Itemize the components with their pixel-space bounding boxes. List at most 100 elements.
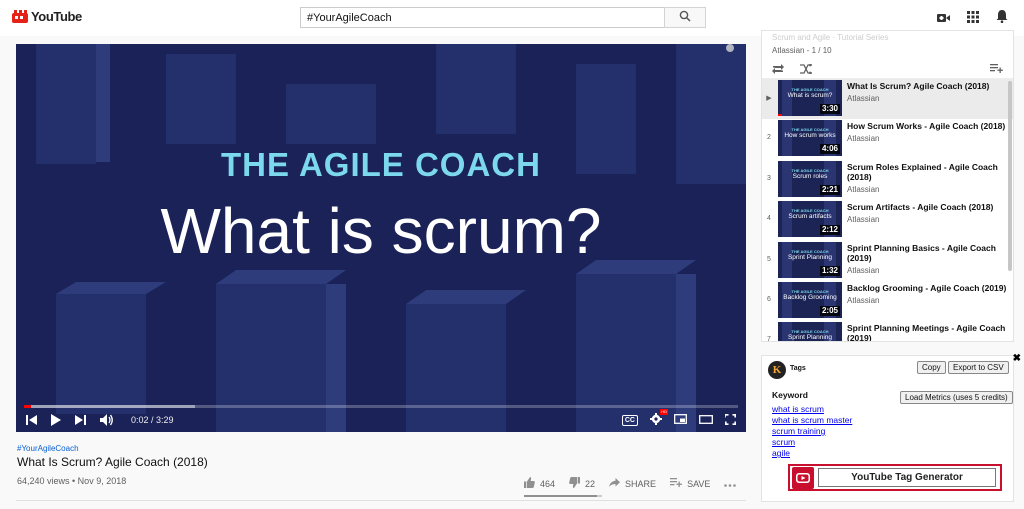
video-thumbnail[interactable]: THE AGILE COACH Backlog Grooming 2:05: [778, 281, 842, 318]
playlist-add-icon: [670, 478, 682, 489]
playlist-item[interactable]: ▶ THE AGILE COACH What is scrum? 3:30 What I…: [762, 79, 1013, 120]
previous-icon[interactable]: [26, 415, 37, 425]
keyword-link[interactable]: agile: [772, 448, 852, 459]
captions-button[interactable]: CC: [621, 414, 638, 426]
video-overlay-title: What is scrum?: [160, 195, 602, 267]
save-label: SAVE: [687, 478, 711, 489]
playlist-item-channel[interactable]: Atlassian: [847, 94, 1007, 103]
settings-gear-icon[interactable]: HD: [650, 409, 668, 427]
thumbs-down-icon: [569, 477, 581, 490]
dislike-count: 22: [585, 478, 596, 489]
playlist-item-channel[interactable]: Atlassian: [847, 134, 1007, 143]
search-bar: [300, 7, 706, 28]
dislike-button[interactable]: 22: [569, 477, 595, 490]
volume-icon[interactable]: [100, 414, 113, 426]
export-csv-button[interactable]: Export to CSV: [948, 361, 1009, 374]
playlist-item-title[interactable]: Scrum Roles Explained - Agile Coach (201…: [847, 162, 1007, 182]
playlist-item[interactable]: 5 THE AGILE COACH Sprint Planning 1:32 Sprin…: [762, 241, 1013, 281]
tags-label: Tags: [790, 365, 806, 372]
playlist-scrollbar[interactable]: [1008, 81, 1012, 271]
playlist-item-title[interactable]: Sprint Planning Meetings - Agile Coach (…: [847, 323, 1007, 341]
playlist-item-channel[interactable]: Atlassian: [847, 215, 1007, 224]
keyword-link[interactable]: scrum: [772, 437, 852, 448]
playlist-item[interactable]: 4 THE AGILE COACH Scrum artifacts 2:12 Scrum…: [762, 200, 1013, 240]
like-button[interactable]: 464: [524, 477, 555, 490]
share-button[interactable]: SHARE: [609, 478, 656, 489]
thumbnail-title: Sprint Planning: [787, 253, 833, 261]
video-thumbnail[interactable]: THE AGILE COACH Scrum artifacts 2:12: [778, 201, 842, 238]
keyword-link[interactable]: what is scrum master: [772, 415, 852, 426]
thumbnail-title: How scrum works: [784, 132, 836, 140]
playlist-item-title[interactable]: Scrum Artifacts - Agile Coach (2018): [847, 202, 1007, 212]
playlist-title[interactable]: Scrum and Agile · Tutorial Series: [772, 33, 1003, 43]
playlist-item-text: What Is Scrum? Agile Coach (2018) Atlassi…: [847, 80, 1007, 103]
video-thumbnail[interactable]: THE AGILE COACH Sprint Planning 1:32: [778, 241, 842, 278]
add-to-playlist-icon[interactable]: [990, 60, 1003, 78]
sentiment-bar: [524, 495, 602, 497]
keyword-link[interactable]: what is scrum: [772, 404, 852, 415]
playlist-item[interactable]: 7 THE AGILE COACH Sprint Planning Sprint Pl…: [762, 321, 1013, 341]
search-icon: [679, 9, 691, 27]
playlist-item-channel[interactable]: Atlassian: [847, 185, 1007, 194]
video-thumbnail[interactable]: THE AGILE COACH How scrum works 4:06: [778, 120, 842, 157]
more-actions-button[interactable]: [724, 479, 737, 489]
keyword-header: Keyword: [772, 390, 808, 400]
playlist-item[interactable]: 3 THE AGILE COACH Scrum roles 2:21 Scrum Rol…: [762, 160, 1013, 200]
loop-icon[interactable]: [772, 61, 784, 79]
search-button[interactable]: [664, 7, 706, 28]
playlist-header: Scrum and Agile · Tutorial Series Atlass…: [762, 31, 1013, 79]
bell-icon[interactable]: [996, 10, 1008, 28]
video-meta: 64,240 views • Nov 9, 2018: [17, 476, 127, 486]
thumbs-up-icon: [524, 477, 535, 490]
video-thumbnail[interactable]: THE AGILE COACH Scrum roles 2:21: [778, 160, 842, 197]
copy-button[interactable]: Copy: [917, 361, 946, 374]
next-icon[interactable]: [75, 415, 86, 425]
apps-grid-icon[interactable]: [967, 10, 979, 28]
video-hashtag[interactable]: #YourAgileCoach: [17, 444, 79, 453]
watched-progress: [778, 114, 782, 116]
keyword-link[interactable]: scrum training: [772, 426, 852, 437]
playlist-items: ▶ THE AGILE COACH What is scrum? 3:30 What I…: [762, 79, 1013, 341]
playlist-item-index: ▶: [766, 95, 772, 102]
tag-generator-icon: [792, 466, 814, 489]
share-label: SHARE: [625, 478, 657, 489]
fullscreen-icon[interactable]: [724, 413, 736, 427]
theater-mode-icon[interactable]: [699, 414, 713, 426]
video-duration: 4:06: [819, 144, 840, 155]
save-button[interactable]: SAVE: [670, 478, 710, 489]
play-icon[interactable]: [51, 414, 61, 426]
video-duration: 1:32: [819, 265, 840, 276]
video-thumbnail[interactable]: THE AGILE COACH Sprint Planning: [778, 322, 842, 341]
tag-generator-banner[interactable]: YouTube Tag Generator: [788, 464, 1002, 491]
playlist-item-channel[interactable]: Atlassian: [847, 296, 1007, 305]
video-player[interactable]: THE AGILE COACH What is scrum? 0:02 / 3:…: [16, 44, 746, 432]
tags-extension-panel: ✖ K Tags Copy Export to CSV Load Metrics…: [761, 353, 1021, 502]
playlist-item-title[interactable]: What Is Scrum? Agile Coach (2018): [847, 81, 1007, 91]
youtube-logo[interactable]: YouTube: [12, 9, 82, 24]
more-dots-icon: [724, 479, 737, 489]
playlist-item[interactable]: 6 THE AGILE COACH Backlog Grooming 2:05 Back…: [762, 281, 1013, 321]
miniplayer-icon[interactable]: [674, 414, 687, 426]
player-corner-indicator: [726, 44, 734, 52]
playlist-item-title[interactable]: Backlog Grooming - Agile Coach (2019): [847, 283, 1007, 293]
playlist-item[interactable]: 2 THE AGILE COACH How scrum works 4:06 How S…: [762, 119, 1013, 159]
playlist-item-channel[interactable]: Atlassian: [847, 266, 1007, 275]
playlist-item-title[interactable]: Sprint Planning Basics - Agile Coach (20…: [847, 243, 1007, 263]
thumbnail-title: Backlog Grooming: [783, 293, 837, 301]
video-camera-icon[interactable]: [937, 10, 950, 28]
divider: [16, 500, 746, 501]
sentiment-fill: [524, 495, 597, 497]
playlist-item-index: 6: [767, 295, 771, 303]
tag-generator-text: YouTube Tag Generator: [818, 468, 996, 487]
playlist-item-index: 2: [767, 134, 771, 142]
youtube-logo-icon: [12, 10, 28, 23]
playlist-item-index: 5: [767, 255, 771, 263]
playlist-item-title[interactable]: How Scrum Works - Agile Coach (2018): [847, 121, 1007, 131]
shuffle-icon[interactable]: [800, 61, 813, 79]
thumbnail-title: What is scrum?: [787, 92, 833, 99]
close-icon[interactable]: ✖: [1013, 353, 1021, 364]
hd-badge: HD: [660, 409, 668, 415]
video-thumbnail[interactable]: THE AGILE COACH What is scrum? 3:30: [778, 80, 842, 116]
search-input[interactable]: [300, 7, 664, 28]
load-metrics-button[interactable]: Load Metrics (uses 5 credits): [900, 391, 1013, 404]
